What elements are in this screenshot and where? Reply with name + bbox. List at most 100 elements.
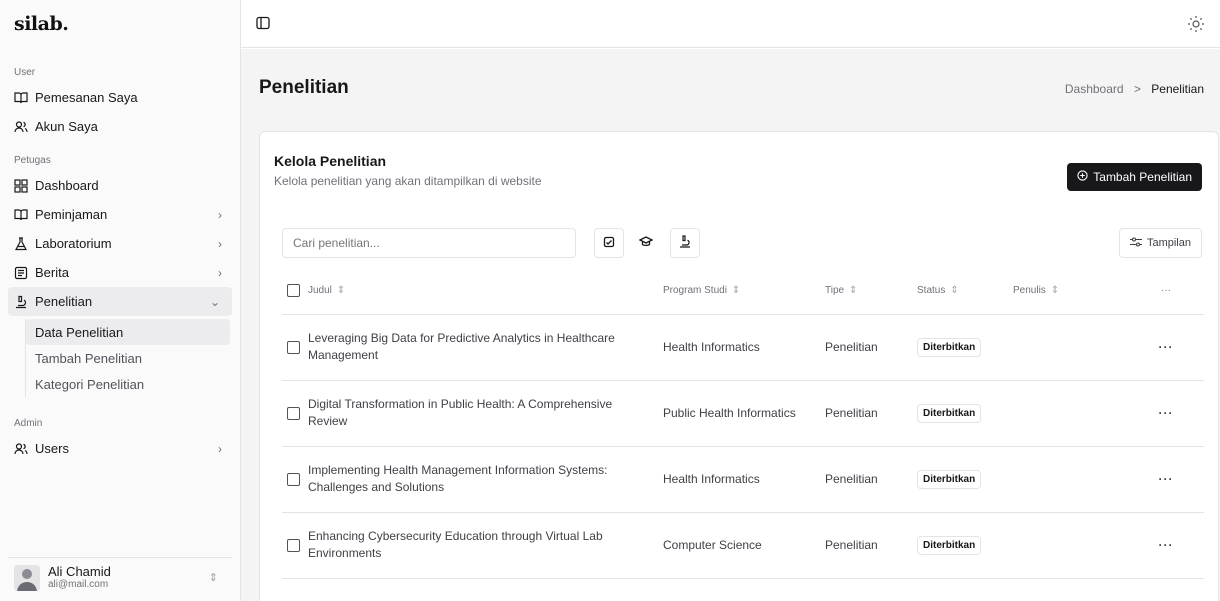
cell-type: Penelitian <box>825 512 917 579</box>
cell-title: Leveraging Big Data for Predictive Analy… <box>308 314 663 381</box>
breadcrumb-separator: > <box>1133 82 1141 96</box>
table-row: Implementing Health Management Informati… <box>282 446 1204 513</box>
breadcrumb-current: Penelitian <box>1151 82 1204 96</box>
microscope-icon <box>679 235 691 251</box>
cell-type: Penelitian <box>825 380 917 447</box>
avatar <box>14 564 40 591</box>
column-label: Program Studi <box>663 285 727 297</box>
cell-title: Enhancing Cybersecurity Education throug… <box>308 512 663 579</box>
row-actions-button[interactable]: ··· <box>1159 406 1174 420</box>
card-description: Kelola penelitian yang akan ditampilkan … <box>274 174 542 188</box>
graduation-cap-icon <box>638 235 654 251</box>
cell-type: Penelitian <box>825 314 917 381</box>
circle-plus-icon <box>1077 170 1088 184</box>
chevrons-up-down-icon: ⇕ <box>208 572 218 584</box>
sidebar-item-label: Laboratorium <box>35 236 112 251</box>
cell-title: Digital Transformation in Public Health:… <box>308 380 663 447</box>
type-filter-button[interactable] <box>670 228 700 258</box>
chevron-down-icon: ⌄ <box>209 294 220 309</box>
cell-writer <box>1013 380 1128 447</box>
add-research-button[interactable]: Tambah Penelitian <box>1067 163 1202 191</box>
sidebar-item-pemesanan-saya[interactable]: Pemesanan Saya <box>0 83 240 112</box>
sidebar-group-user: User <box>14 67 36 78</box>
column-header-program-studi[interactable]: Program Studi ⇕ <box>663 268 825 315</box>
column-header-tipe[interactable]: Tipe ⇕ <box>825 268 917 315</box>
sidebar-toggle-icon[interactable] <box>255 15 273 33</box>
cell-writer <box>1013 512 1128 579</box>
breadcrumb-dashboard[interactable]: Dashboard <box>1065 82 1124 96</box>
sidebar-item-label: Pemesanan Saya <box>35 90 138 105</box>
column-header-status[interactable]: Status ⇕ <box>917 268 1013 315</box>
row-checkbox[interactable] <box>287 473 300 487</box>
cell-title: Implementing Health Management Informati… <box>308 446 663 513</box>
card-title: Kelola Penelitian <box>274 153 387 169</box>
cell-type: Penelitian <box>825 446 917 513</box>
user-menu[interactable]: Ali Chamid ali@mail.com ⇕ <box>8 557 232 597</box>
microscope-icon <box>14 295 28 309</box>
row-actions-button[interactable]: ··· <box>1159 472 1174 486</box>
table-header-row: Judul ⇕ Program Studi ⇕ Tipe ⇕ Status ⇕ Penu… <box>282 268 1204 315</box>
cell-program: Health Informatics <box>663 314 825 381</box>
user-name: Ali Chamid <box>48 563 111 579</box>
grid-icon <box>14 178 28 193</box>
program-filter-button[interactable] <box>631 228 661 258</box>
sidebar-item-users[interactable]: Users › <box>0 434 240 463</box>
row-actions-button[interactable]: ··· <box>1159 538 1174 552</box>
sidebar-item-penelitian[interactable]: Penelitian ⌄ <box>8 287 232 316</box>
column-header-penulis[interactable]: Penulis ⇕ <box>1013 268 1128 315</box>
column-header-judul[interactable]: Judul ⇕ <box>308 268 663 315</box>
status-badge: Diterbitkan <box>917 403 982 423</box>
flask-icon <box>14 236 28 251</box>
brand-logo[interactable]: silab. <box>0 0 240 48</box>
submenu-item-kategori-penelitian[interactable]: Kategori Penelitian <box>26 371 230 397</box>
user-email: ali@mail.com <box>48 578 109 590</box>
status-badge: Diterbitkan <box>917 469 982 489</box>
submenu-item-data-penelitian[interactable]: Data Penelitian <box>26 319 230 345</box>
breadcrumb: Dashboard > Penelitian <box>1065 82 1204 96</box>
status-filter-button[interactable] <box>594 228 624 258</box>
column-header-actions: ··· <box>1128 268 1204 315</box>
chevron-right-icon: › <box>218 265 222 280</box>
row-actions-button[interactable]: ··· <box>1159 340 1174 354</box>
sidebar-item-laboratorium[interactable]: Laboratorium › <box>0 229 240 258</box>
cell-program: Health Informatics <box>663 446 825 513</box>
status-badge: Diterbitkan <box>917 337 982 357</box>
row-checkbox[interactable] <box>287 407 300 421</box>
sort-icon: ⇕ <box>336 285 346 297</box>
clipboard-check-icon <box>603 236 615 251</box>
cell-program: Computer Science <box>663 512 825 579</box>
sliders-icon <box>1129 236 1142 250</box>
column-label: Status <box>917 285 946 297</box>
chevron-right-icon: › <box>218 207 222 222</box>
penelitian-submenu: Data Penelitian Tambah Penelitian Katego… <box>25 319 240 397</box>
users-icon <box>14 120 28 134</box>
users-icon <box>14 442 28 456</box>
sidebar-item-peminjaman[interactable]: Peminjaman › <box>0 200 240 229</box>
sort-icon: ⇕ <box>849 285 858 297</box>
sidebar-item-label: Berita <box>35 265 69 280</box>
cell-writer <box>1013 446 1128 513</box>
newspaper-icon <box>14 266 28 280</box>
sidebar-item-label: Peminjaman <box>35 207 108 222</box>
table-row: Leveraging Big Data for Predictive Analy… <box>282 314 1204 381</box>
search-input[interactable] <box>282 228 576 258</box>
sidebar-group-admin: Admin <box>14 418 43 429</box>
view-options-label: Tampilan <box>1146 237 1191 249</box>
book-open-icon <box>14 208 28 222</box>
sidebar-item-berita[interactable]: Berita › <box>0 258 240 287</box>
sidebar-item-dashboard[interactable]: Dashboard <box>0 171 240 200</box>
chevron-right-icon: › <box>218 236 222 251</box>
cell-program: Public Health Informatics <box>663 380 825 447</box>
row-checkbox[interactable] <box>287 341 300 355</box>
sort-icon: ⇕ <box>1050 285 1060 297</box>
theme-toggle-sun-icon[interactable] <box>1186 14 1206 34</box>
view-options-button[interactable]: Tampilan <box>1118 228 1202 258</box>
sidebar-item-akun-saya[interactable]: Akun Saya <box>0 112 240 141</box>
submenu-item-tambah-penelitian[interactable]: Tambah Penelitian <box>26 345 230 371</box>
page-title: Penelitian <box>259 77 349 98</box>
sidebar-item-label: Akun Saya <box>35 119 98 134</box>
sort-icon: ⇕ <box>731 285 741 297</box>
research-table: Judul ⇕ Program Studi ⇕ Tipe ⇕ Status ⇕ Penu… <box>282 268 1204 579</box>
select-all-checkbox[interactable] <box>287 284 300 298</box>
row-checkbox[interactable] <box>287 539 300 553</box>
